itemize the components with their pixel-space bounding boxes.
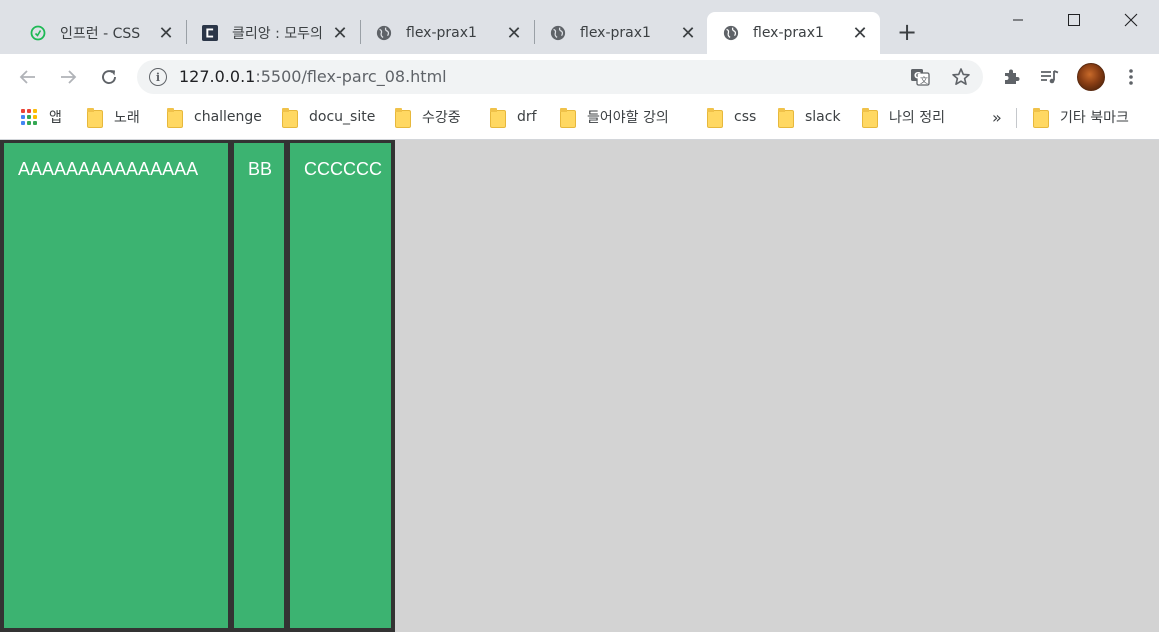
- folder-icon: [489, 107, 506, 128]
- tab-flex-prax1-active[interactable]: flex-prax1 ✕: [707, 12, 880, 54]
- reload-button[interactable]: [94, 62, 124, 92]
- bookmark-label: 수강중: [422, 110, 461, 126]
- close-icon[interactable]: ✕: [852, 23, 868, 44]
- bookmark-folder[interactable]: 들어야할 강의: [559, 107, 669, 128]
- media-control-button[interactable]: [1034, 62, 1064, 92]
- close-icon: [1124, 13, 1138, 27]
- bookmark-label: drf: [517, 109, 537, 125]
- arrow-right-icon: [61, 70, 77, 84]
- folder-icon: [777, 107, 794, 128]
- tab-flex-prax1-2[interactable]: flex-prax1 ✕: [534, 12, 708, 54]
- close-window-button[interactable]: [1103, 0, 1159, 40]
- bookmark-apps[interactable]: 앱: [21, 107, 62, 127]
- tab-strip: 인프런 - CSS ✕ 클리앙 : 모두의 ✕ flex-prax1 ✕ fle…: [0, 0, 1159, 54]
- bookmark-folder[interactable]: 나의 정리: [861, 107, 945, 128]
- url-text[interactable]: 127.0.0.1:5500/flex-parc_08.html: [179, 68, 447, 86]
- flex-item-b: BB: [234, 143, 284, 628]
- menu-button[interactable]: [1116, 62, 1146, 92]
- apps-grid-icon: [21, 109, 37, 125]
- tab-title: flex-prax1: [580, 25, 651, 41]
- playlist-music-icon: [1041, 70, 1059, 84]
- bookmark-folder[interactable]: css: [706, 107, 757, 128]
- folder-icon: [166, 107, 183, 128]
- bookmark-folder[interactable]: docu_site: [281, 107, 376, 128]
- arrow-left-icon: [19, 70, 35, 84]
- browser-toolbar: i 127.0.0.1:5500/flex-parc_08.html G文: [0, 54, 1159, 100]
- address-bar[interactable]: i 127.0.0.1:5500/flex-parc_08.html G文: [137, 60, 983, 94]
- folder-icon: [861, 107, 878, 128]
- minimize-button[interactable]: [990, 0, 1046, 40]
- tab-clien[interactable]: 클리앙 : 모두의 ✕: [186, 12, 360, 54]
- svg-text:文: 文: [920, 75, 928, 85]
- bookmark-folder[interactable]: challenge: [166, 107, 262, 128]
- translate-icon[interactable]: G文: [909, 66, 931, 88]
- folder-icon: [1032, 107, 1049, 128]
- extensions-button[interactable]: [996, 62, 1026, 92]
- tab-title: 클리앙 : 모두의: [232, 26, 323, 42]
- bookmark-folder[interactable]: 노래: [86, 107, 140, 128]
- bookmark-label: 들어야할 강의: [587, 110, 669, 126]
- puzzle-icon: [1005, 69, 1020, 84]
- bookmark-divider: [1016, 108, 1017, 128]
- folder-icon: [706, 107, 723, 128]
- globe-icon: [723, 25, 739, 41]
- globe-icon: [550, 25, 566, 41]
- clien-icon: [202, 25, 218, 41]
- inflearn-icon: [30, 25, 46, 41]
- kebab-menu-icon: [1129, 69, 1133, 85]
- folder-icon: [394, 107, 411, 128]
- minimize-icon: [1013, 19, 1023, 21]
- flex-container: AAAAAAAAAAAAAAA BB CCCCCC: [0, 140, 395, 632]
- tab-flex-prax1-1[interactable]: flex-prax1 ✕: [360, 12, 534, 54]
- maximize-button[interactable]: [1046, 0, 1102, 40]
- bookmark-label: css: [734, 109, 757, 125]
- tab-title: flex-prax1: [753, 25, 824, 41]
- bookmark-label: 노래: [114, 110, 140, 126]
- flex-item-a: AAAAAAAAAAAAAAA: [4, 143, 228, 628]
- bookmarks-bar: 앱 노래 challenge docu_site 수강중 drf 들어야할 강의…: [0, 100, 1159, 140]
- close-icon[interactable]: ✕: [332, 23, 348, 44]
- forward-button[interactable]: [53, 62, 83, 92]
- close-icon[interactable]: ✕: [506, 23, 522, 44]
- star-icon[interactable]: [950, 66, 972, 88]
- bookmark-other[interactable]: 기타 북마크: [1032, 107, 1129, 128]
- page-viewport: AAAAAAAAAAAAAAA BB CCCCCC: [0, 140, 1159, 632]
- tab-title: 인프런 - CSS: [60, 26, 141, 42]
- folder-icon: [86, 107, 103, 128]
- bookmark-label: 기타 북마크: [1060, 110, 1129, 126]
- folder-icon: [281, 107, 298, 128]
- reload-icon: [102, 70, 116, 84]
- close-icon[interactable]: ✕: [158, 23, 174, 44]
- bookmark-folder[interactable]: drf: [489, 107, 537, 128]
- info-icon[interactable]: i: [149, 68, 167, 86]
- globe-icon: [376, 25, 392, 41]
- bookmark-label: challenge: [194, 109, 262, 125]
- back-button[interactable]: [13, 62, 43, 92]
- bookmark-label: slack: [805, 109, 841, 125]
- bookmarks-overflow-button[interactable]: »: [992, 107, 1002, 127]
- tab-inflearn[interactable]: 인프런 - CSS ✕: [14, 12, 186, 54]
- bookmark-label: 나의 정리: [889, 110, 945, 126]
- new-tab-button[interactable]: +: [893, 18, 921, 46]
- folder-icon: [559, 107, 576, 128]
- flex-item-c: CCCCCC: [290, 143, 391, 628]
- profile-avatar[interactable]: [1077, 63, 1105, 91]
- close-icon[interactable]: ✕: [680, 23, 696, 44]
- bookmark-folder[interactable]: slack: [777, 107, 841, 128]
- tab-title: flex-prax1: [406, 25, 477, 41]
- maximize-icon: [1068, 14, 1080, 26]
- bookmark-folder[interactable]: 수강중: [394, 107, 461, 128]
- bookmark-label: docu_site: [309, 109, 376, 125]
- bookmark-label: 앱: [49, 110, 62, 126]
